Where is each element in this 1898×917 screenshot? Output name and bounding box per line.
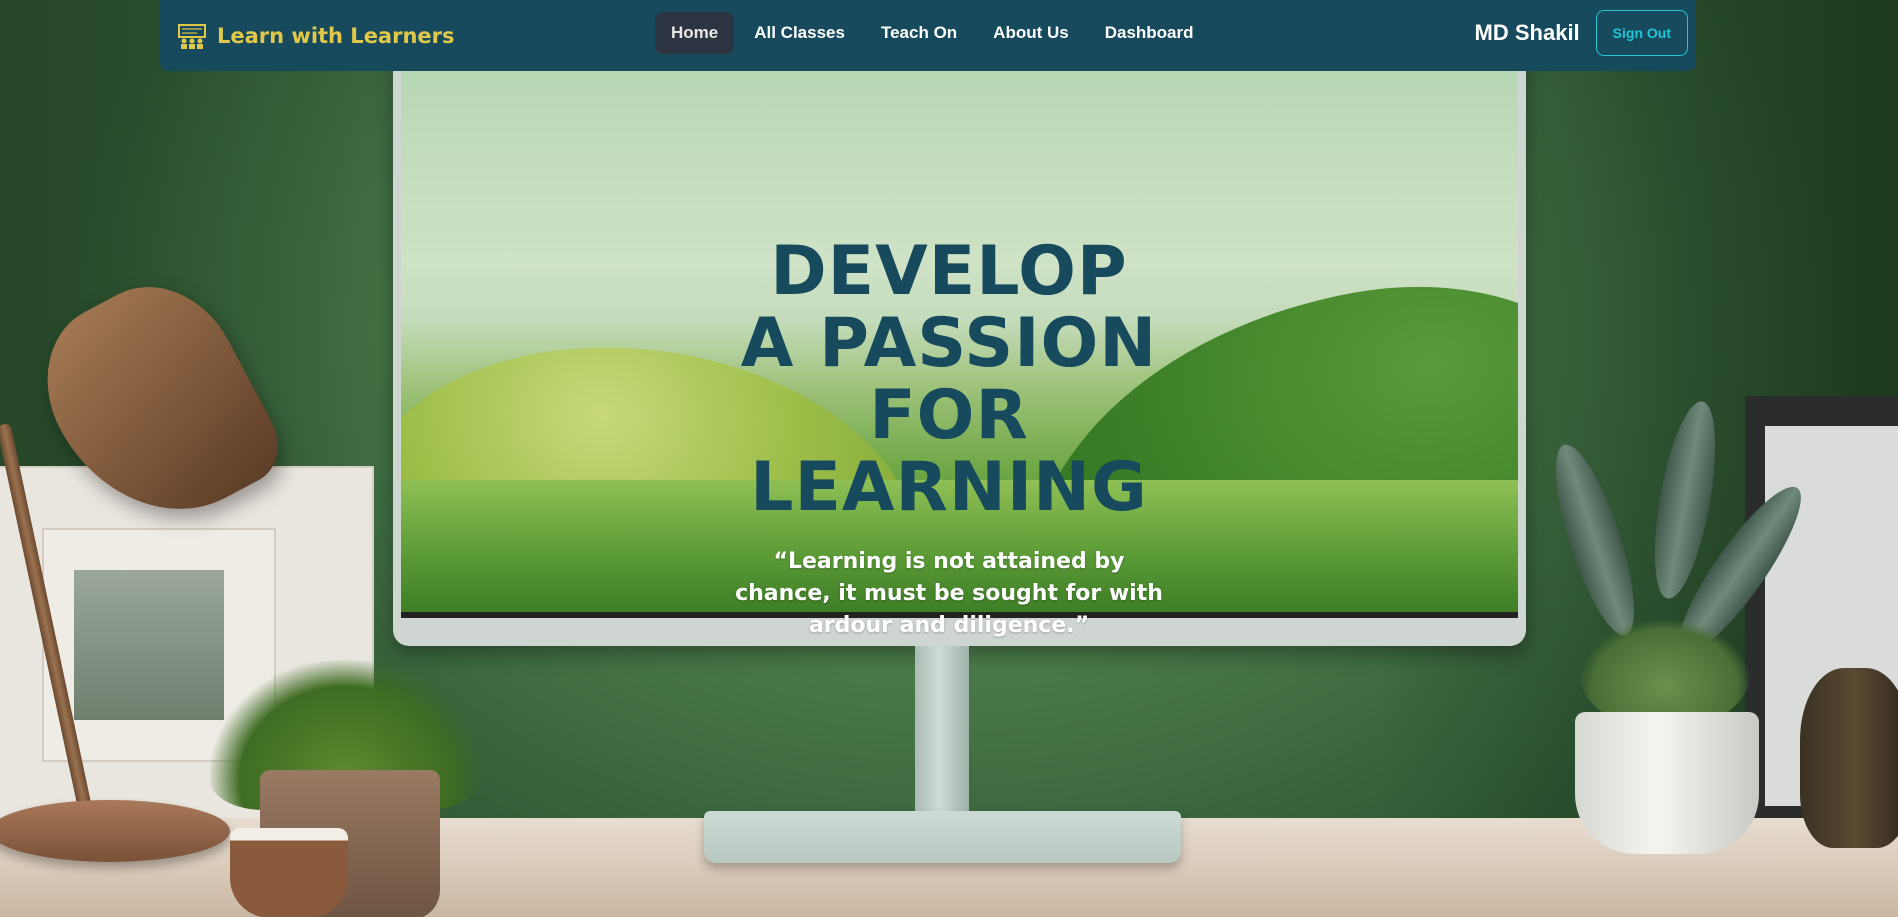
coffee-cup (230, 828, 348, 917)
sign-out-button[interactable]: Sign Out (1595, 10, 1688, 56)
navbar: Learn with Learners Home All Classes Tea… (160, 0, 1696, 71)
hero-section: DEVELOP A PASSION FOR LEARNING “Learning… (649, 236, 1249, 642)
vase (1800, 668, 1898, 848)
monitor-stand (915, 646, 969, 821)
nav-teach-on[interactable]: Teach On (865, 12, 973, 54)
hero-title: DEVELOP A PASSION FOR LEARNING (740, 232, 1158, 527)
nav-home[interactable]: Home (655, 12, 735, 54)
monitor-base (704, 811, 1181, 863)
hero-quote: “Learning is not attained by chance, it … (735, 549, 1163, 638)
nav-all-classes[interactable]: All Classes (738, 12, 861, 54)
brand-name: Learn with Learners (217, 23, 455, 48)
plant-pot-right (1575, 712, 1759, 854)
main-menu: Home All Classes Teach On About Us Dashb… (655, 12, 1210, 54)
nav-about-us[interactable]: About Us (977, 12, 1085, 54)
user-area: MD Shakil Sign Out (1475, 10, 1688, 56)
classroom-icon (178, 23, 206, 49)
brand-link[interactable]: Learn with Learners (177, 21, 455, 51)
user-name[interactable]: MD Shakil (1475, 20, 1580, 46)
lamp-base (0, 800, 230, 862)
tree-picture (74, 570, 224, 720)
nav-dashboard[interactable]: Dashboard (1089, 12, 1210, 54)
